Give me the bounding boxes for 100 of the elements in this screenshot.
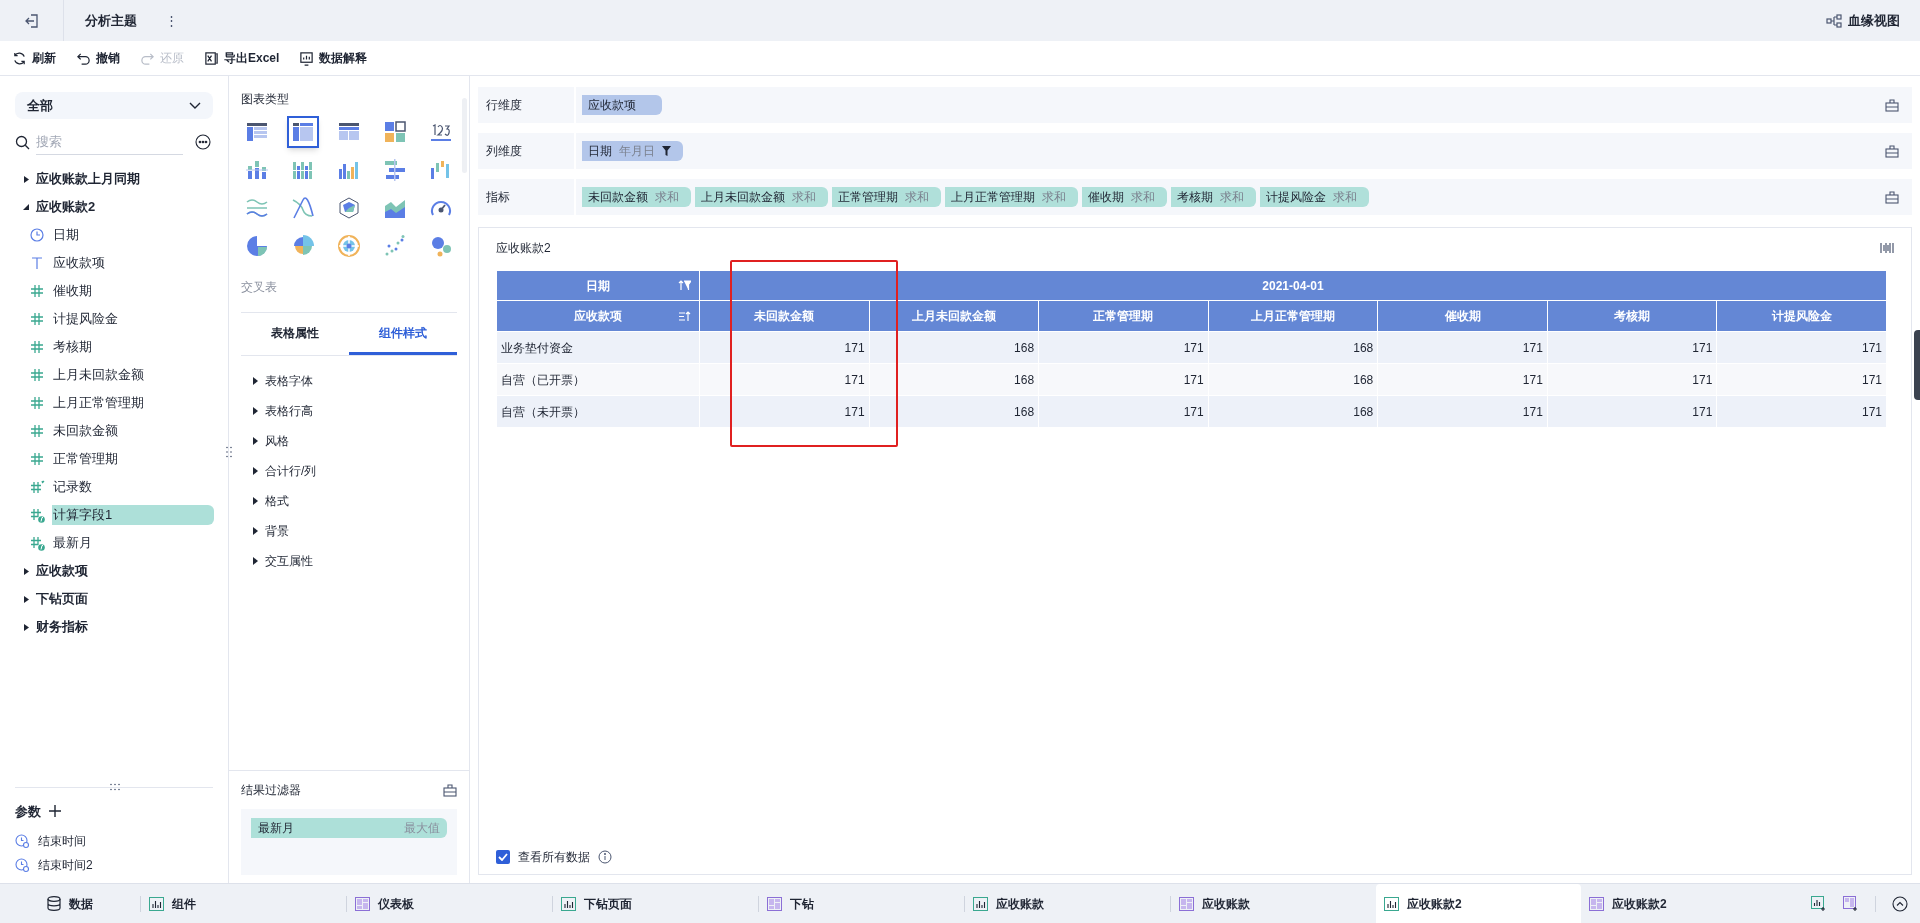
field-item[interactable]: 上月正常管理期 (52, 393, 214, 413)
toolbar-button[interactable]: 数据解释 (299, 49, 368, 67)
briefcase-icon[interactable] (443, 783, 457, 797)
field-pill[interactable]: 考核期 求和 (1171, 187, 1256, 207)
caret-down-icon[interactable] (23, 203, 30, 211)
field-pill[interactable]: 日期 年月日 (582, 141, 683, 161)
bottom-tab[interactable]: 应收账款 (965, 884, 1170, 923)
hash-formula-icon (30, 535, 45, 551)
table-cell: 168 (1208, 331, 1378, 364)
caret-right-icon[interactable] (23, 567, 30, 575)
toolbar-button[interactable]: 撤销 (76, 49, 120, 67)
table-icon (291, 120, 315, 144)
field-item[interactable]: 记录数 (52, 477, 214, 497)
header-cell: 日期 (496, 270, 700, 301)
search-icon (15, 134, 30, 150)
caret-right-icon[interactable] (23, 175, 30, 183)
field-pill[interactable]: 上月正常管理期 求和 (945, 187, 1078, 207)
field-item[interactable]: 应收款项 (52, 253, 214, 273)
collapsible-section[interactable]: 表格行高 (265, 402, 313, 420)
collapsible-section[interactable]: 风格 (265, 432, 289, 450)
table-cell: 168 (1208, 395, 1378, 428)
sort-icon[interactable] (678, 311, 691, 322)
chart-type-name: 交叉表 (241, 279, 278, 296)
bottom-tab[interactable]: 下钻 (759, 884, 964, 923)
field-item[interactable]: 催收期 (52, 281, 214, 301)
field-item[interactable]: 计算字段1 (52, 505, 214, 525)
lineage-link[interactable]: 血缘视图 (1848, 10, 1900, 31)
filter-drop-area[interactable]: 最新月 最大值 (241, 809, 457, 875)
table-cell: 171 (1547, 363, 1717, 396)
caret-right-icon (253, 437, 258, 445)
briefcase-icon[interactable] (1885, 190, 1899, 204)
field-pill[interactable]: 催收期 求和 (1082, 187, 1167, 207)
table-icon (245, 120, 269, 144)
collapsible-section[interactable]: 表格字体 (265, 372, 313, 390)
chart-type-option[interactable] (287, 116, 319, 148)
sort-filter-icon[interactable] (678, 280, 691, 291)
toolbar-button[interactable]: 刷新 (12, 49, 56, 67)
field-item[interactable]: 考核期 (52, 337, 214, 357)
spreadsheet-icon (204, 50, 219, 66)
folder-item[interactable]: 应收账款上月同期 (36, 169, 140, 189)
collapse-icon[interactable] (1892, 895, 1908, 912)
header-cell: 2021-04-01 (699, 270, 1887, 301)
field-pill[interactable]: 未回款金额 求和 (582, 187, 691, 207)
field-item[interactable]: 正常管理期 (52, 449, 214, 469)
exit-icon[interactable] (23, 12, 40, 29)
field-item[interactable]: 上月未回款金额 (52, 365, 214, 385)
header-cell: 考核期 (1547, 300, 1717, 332)
parameter-item[interactable]: 结束时间2 (38, 856, 93, 874)
side-handle[interactable] (1914, 330, 1920, 400)
resize-handle[interactable] (110, 782, 120, 791)
checkbox-label: 查看所有数据 (518, 849, 590, 866)
folder-item[interactable]: 财务指标 (36, 617, 88, 637)
tab[interactable]: 组件样式 (349, 313, 457, 355)
hash-icon (30, 368, 44, 382)
field-pill[interactable]: 上月未回款金额 求和 (695, 187, 828, 207)
field-item[interactable]: 最新月 (52, 533, 214, 553)
toolbar-button[interactable]: 导出Excel (204, 49, 280, 67)
folder-item[interactable]: 下钻页面 (36, 589, 88, 609)
bottom-tab[interactable]: 应收账款 (1171, 884, 1376, 923)
bottom-tab[interactable]: 仪表板 (347, 884, 552, 923)
bottom-tab[interactable]: 下钻页面 (553, 884, 758, 923)
bottom-tab[interactable]: 应收账款2 (1581, 884, 1786, 923)
more-icon[interactable] (195, 134, 211, 150)
collapsible-section[interactable]: 格式 (265, 492, 289, 510)
checkbox[interactable] (496, 850, 510, 864)
collapsible-section[interactable]: 背景 (265, 522, 289, 540)
info-icon[interactable] (598, 850, 612, 864)
field-pill[interactable]: 正常管理期 求和 (832, 187, 941, 207)
table-cell: 168 (1208, 363, 1378, 396)
bottom-tab[interactable]: 应收账款2 (1376, 884, 1581, 923)
barcode-icon[interactable] (1880, 242, 1894, 254)
more-button[interactable]: ⋮ (165, 10, 178, 31)
field-item[interactable]: 计提风险金 (52, 309, 214, 329)
database-icon (47, 896, 61, 911)
tab[interactable]: 表格属性 (241, 313, 349, 355)
lineage-icon[interactable] (1826, 13, 1842, 28)
briefcase-icon[interactable] (1885, 144, 1899, 158)
parameter-item[interactable]: 结束时间 (38, 832, 86, 850)
caret-right-icon[interactable] (23, 595, 30, 603)
filter-pill[interactable]: 最新月 最大值 (251, 818, 447, 838)
bottom-tab[interactable]: 组件 (141, 884, 346, 923)
caret-right-icon[interactable] (23, 623, 30, 631)
bottom-tab[interactable]: 数据 (0, 884, 140, 923)
header-cell: 上月未回款金额 (869, 300, 1039, 332)
folder-item[interactable]: 应收账款2 (36, 197, 96, 217)
add-icon[interactable] (49, 805, 61, 818)
dataset-select[interactable]: 全部 (15, 92, 213, 119)
add-component-icon[interactable] (1811, 896, 1827, 911)
field-item[interactable]: 日期 (52, 225, 214, 245)
field-pill[interactable]: 计提风险金 求和 (1260, 187, 1369, 207)
resize-handle[interactable] (226, 446, 232, 458)
table-cell: 171 (699, 395, 870, 428)
briefcase-icon[interactable] (1885, 98, 1899, 112)
field-pill[interactable]: 应收款项 (582, 95, 662, 115)
search-field[interactable]: 搜索 (36, 129, 183, 155)
collapsible-section[interactable]: 交互属性 (265, 552, 313, 570)
field-item[interactable]: 未回款金额 (52, 421, 214, 441)
folder-item[interactable]: 应收款项 (36, 561, 88, 581)
add-dashboard-icon[interactable] (1843, 896, 1859, 911)
collapsible-section[interactable]: 合计行/列 (265, 462, 317, 480)
